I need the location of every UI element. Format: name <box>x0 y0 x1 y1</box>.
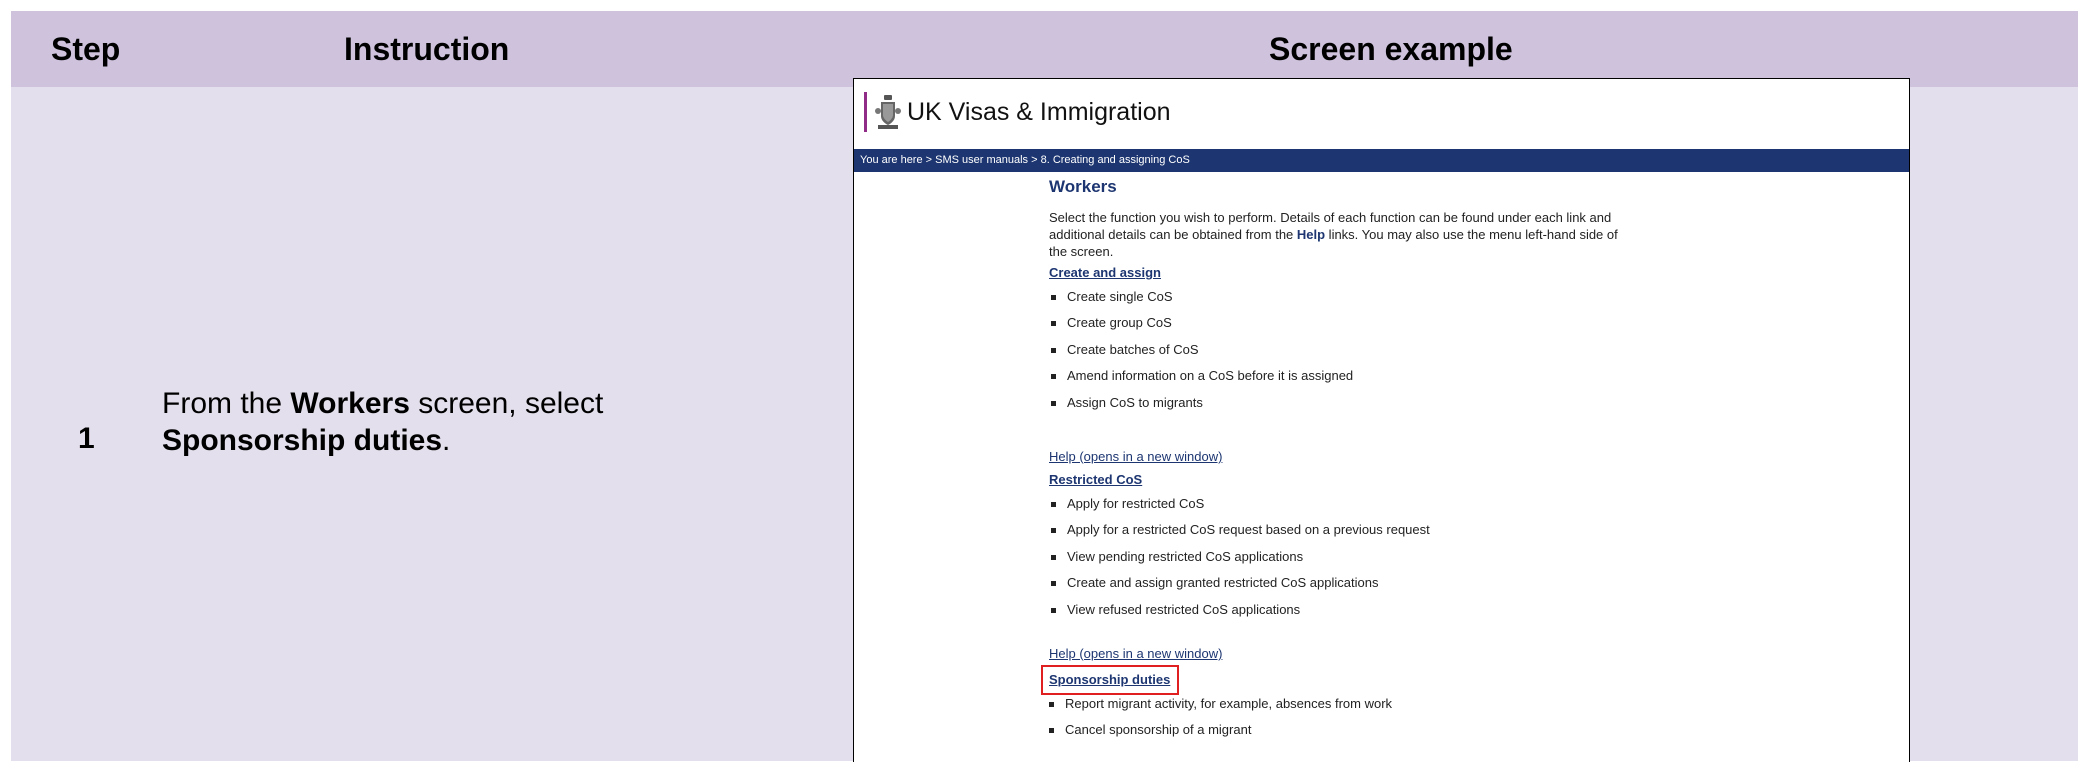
create-and-assign-list: Create single CoS Create group CoS Creat… <box>1049 288 1353 420</box>
list-item: Create group CoS <box>1049 314 1353 340</box>
list-item: View refused restricted CoS applications <box>1049 601 1430 627</box>
item-label: Create and assign granted restricted CoS… <box>1067 575 1379 591</box>
instruction-part: . <box>442 424 451 457</box>
help-link-restricted-cos[interactable]: Help (opens in a new window) <box>1049 646 1222 661</box>
bullet-icon <box>1051 554 1056 560</box>
brand-accent-bar <box>864 92 867 132</box>
instruction-sponsorship-duties: Sponsorship duties <box>162 424 443 457</box>
list-item: View pending restricted CoS applications <box>1049 548 1430 574</box>
item-label: Assign CoS to migrants <box>1067 394 1203 410</box>
item-label: Apply for restricted CoS <box>1067 496 1205 511</box>
header-instruction: Instruction <box>344 31 510 67</box>
header-step: Step <box>51 31 121 67</box>
item-label: Report migrant activity, for example, ab… <box>1065 696 1393 711</box>
item-label: Create single CoS <box>1067 289 1173 304</box>
breadcrumb: You are here > SMS user manuals > 8. Cre… <box>854 149 1909 172</box>
sponsorship-duties-wrapper: Sponsorship duties <box>1041 665 1179 695</box>
sponsorship-duties-list: Report migrant activity, for example, ab… <box>1047 695 1392 748</box>
intro-text: Select the function you wish to perform.… <box>1049 209 1619 260</box>
bullet-icon <box>1051 400 1056 406</box>
intro-help: Help <box>1296 227 1326 242</box>
instruction-text: From the Workers screen, select Sponsors… <box>162 385 762 459</box>
item-label: View pending restricted CoS applications <box>1067 548 1304 564</box>
step-number: 1 <box>78 422 95 455</box>
list-item: Cancel sponsorship of a migrant <box>1047 721 1392 747</box>
item-label: Create batches of CoS <box>1067 341 1199 357</box>
item-label: Cancel sponsorship of a migrant <box>1065 722 1252 738</box>
bullet-icon <box>1051 321 1056 327</box>
list-item: Create single CoS <box>1049 288 1353 314</box>
instruction-part: screen, select <box>409 387 604 420</box>
list-item: Apply for restricted CoS <box>1049 495 1430 521</box>
bullet-icon <box>1049 728 1054 734</box>
bullet-icon <box>1051 502 1056 507</box>
bullet-icon <box>1051 607 1056 613</box>
list-item: Apply for a restricted CoS request based… <box>1049 521 1430 547</box>
restricted-cos-list: Apply for restricted CoS Apply for a res… <box>1049 495 1430 627</box>
header-screen-example: Screen example <box>1269 31 1513 67</box>
instruction-workers: Workers <box>290 387 410 420</box>
section-create-and-assign-link[interactable]: Create and assign <box>1049 265 1161 280</box>
item-label: Apply for a restricted CoS request based… <box>1067 522 1430 538</box>
list-item: Create and assign granted restricted CoS… <box>1049 574 1430 600</box>
bullet-icon <box>1051 528 1056 534</box>
list-item: Amend information on a CoS before it is … <box>1049 367 1353 393</box>
item-label: Create group CoS <box>1067 315 1172 331</box>
section-restricted-cos-link[interactable]: Restricted CoS <box>1049 472 1142 487</box>
screen-example: UK Visas & Immigration You are here > SM… <box>853 78 1910 762</box>
item-label: Amend information on a CoS before it is … <box>1067 368 1354 384</box>
list-item: Report migrant activity, for example, ab… <box>1047 695 1392 721</box>
list-item: Create batches of CoS <box>1049 341 1353 367</box>
bullet-icon <box>1049 702 1054 707</box>
item-label: View refused restricted CoS applications <box>1067 601 1301 617</box>
list-item: Assign CoS to migrants <box>1049 394 1353 420</box>
table-header-row: Step Instruction Screen example <box>11 11 2078 87</box>
instruction-part: From the <box>162 387 291 420</box>
bullet-icon <box>1051 581 1056 587</box>
page-title: Workers <box>1049 177 1117 196</box>
help-link-create-and-assign[interactable]: Help (opens in a new window) <box>1049 449 1222 464</box>
bullet-icon <box>1051 347 1056 353</box>
brand-name: UK Visas & Immigration <box>907 98 1171 126</box>
bullet-icon <box>1051 295 1056 300</box>
bullet-icon <box>1051 374 1056 380</box>
section-sponsorship-duties-link[interactable]: Sponsorship duties <box>1049 672 1170 687</box>
royal-crest-icon <box>875 95 901 129</box>
